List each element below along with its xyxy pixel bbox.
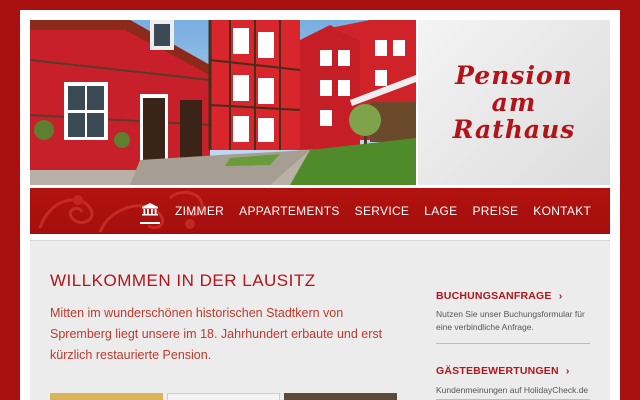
divider: [436, 343, 590, 344]
chevron-right-icon: ›: [565, 365, 570, 377]
logo-line-am: am: [491, 88, 537, 117]
guest-reviews-link[interactable]: GÄSTEBEWERTUNGEN ›: [436, 365, 570, 377]
nav-home-link[interactable]: [140, 196, 160, 226]
main-nav: ZIMMER APPARTEMENTS SERVICE LAGE PREISE …: [30, 188, 610, 234]
nav-item-preise[interactable]: PREISE: [472, 204, 518, 218]
booking-description: Nutzen Sie unser Buchungsformular für ei…: [436, 309, 585, 332]
nav-item-kontakt[interactable]: KONTAKT: [533, 204, 591, 218]
gallery-thumb[interactable]: [50, 393, 163, 400]
chevron-right-icon: ›: [558, 290, 563, 302]
nav-item-lage[interactable]: LAGE: [424, 204, 457, 218]
logo-line-rathaus: Rathaus: [452, 115, 576, 144]
gallery-thumbnails: [50, 393, 397, 400]
content-area: WILLKOMMEN IN DER LAUSITZ Mitten im wund…: [30, 240, 610, 400]
logo[interactable]: Pension am Rathaus: [418, 20, 610, 185]
hero-house-illustration: [30, 20, 416, 185]
intro-text: Mitten im wunderschönen historischen Sta…: [50, 306, 383, 362]
nav-item-service[interactable]: SERVICE: [355, 204, 410, 218]
gallery-thumb[interactable]: [284, 393, 397, 400]
gallery-thumb[interactable]: [167, 393, 280, 400]
logo-line-pension: Pension: [455, 61, 573, 90]
building-icon: [141, 202, 159, 221]
reviews-heading: GÄSTEBEWERTUNGEN: [436, 365, 559, 377]
booking-heading: BUCHUNGSANFRAGE: [436, 290, 552, 302]
hero-image: [30, 20, 416, 185]
page-title: WILLKOMMEN IN DER LAUSITZ: [50, 271, 316, 290]
page-frame: Pension am Rathaus ZIMMER APPARTEMENTS S…: [20, 10, 620, 400]
nav-item-zimmer[interactable]: ZIMMER: [175, 204, 224, 218]
nav-item-appartements[interactable]: APPARTEMENTS: [239, 204, 340, 218]
reviews-description: Kundenmeinungen auf HolidayCheck.de: [436, 385, 589, 395]
booking-request-link[interactable]: BUCHUNGSANFRAGE ›: [436, 290, 562, 302]
